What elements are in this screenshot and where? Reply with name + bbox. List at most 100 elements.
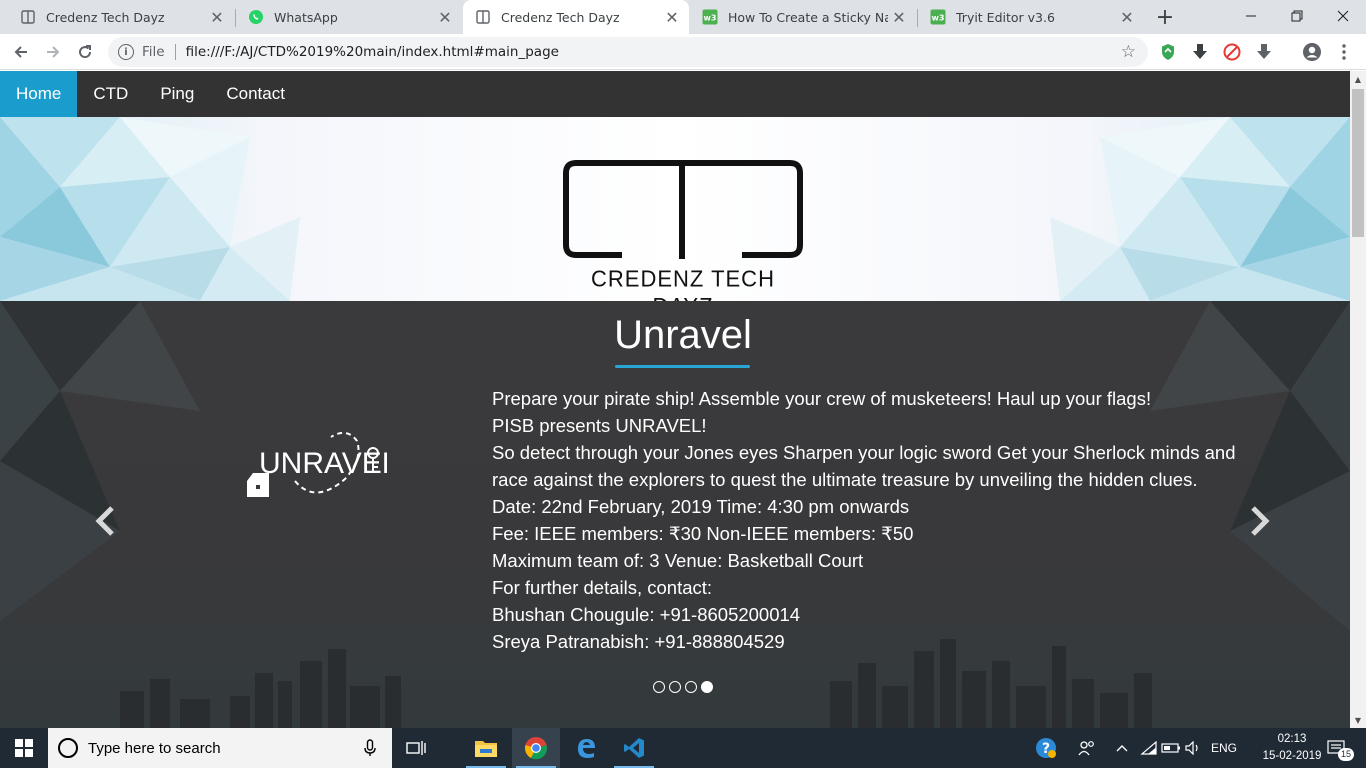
people-icon[interactable] [1074, 728, 1100, 768]
ctd-logo-mark [563, 160, 803, 259]
download-arrow-icon[interactable] [1254, 42, 1274, 62]
scheme-label: File [142, 44, 165, 60]
close-tab-icon[interactable]: ✕ [434, 6, 456, 28]
ctd-logo[interactable]: CREDENZ TECH DAYZ [560, 157, 806, 301]
scroll-down-arrow-icon[interactable]: ▼ [1350, 712, 1366, 728]
event-line: Date: 22nd February, 2019 Time: 4:30 pm … [492, 496, 910, 517]
carousel-indicator[interactable] [653, 681, 665, 693]
address-bar[interactable]: i File file:///F:/AJ/CTD%2019%20main/ind… [108, 37, 1148, 67]
unravel-logo: UNRAVEL [245, 429, 398, 505]
event-description: Prepare your pirate ship! Assemble your … [492, 385, 1262, 655]
event-line: Maximum team of: 3 Venue: Basketball Cou… [492, 550, 864, 571]
reload-button[interactable] [72, 40, 98, 64]
notification-count-badge: 15 [1338, 748, 1355, 761]
event-line: Fee: IEEE members: ₹30 Non-IEEE members:… [492, 523, 914, 544]
new-tab-button[interactable]: + [1152, 4, 1178, 30]
browser-tab[interactable]: w3 Tryit Editor v3.6 ✕ [918, 0, 1144, 34]
close-tab-icon[interactable]: ✕ [661, 6, 683, 28]
nav-ping[interactable]: Ping [144, 71, 210, 117]
chevron-right-icon [1251, 506, 1270, 536]
download-icon[interactable] [1190, 42, 1210, 62]
svg-text:w3: w3 [932, 14, 945, 23]
carousel-indicator-active[interactable] [701, 681, 713, 693]
site-navbar: Home CTD Ping Contact [0, 71, 1350, 117]
clock-date: 15-02-2019 [1262, 750, 1322, 762]
wifi-icon[interactable] [1138, 728, 1160, 768]
close-tab-icon[interactable]: ✕ [1116, 6, 1138, 28]
start-button[interactable] [0, 728, 48, 768]
forward-button[interactable] [40, 40, 66, 64]
carousel-indicator[interactable] [669, 681, 681, 693]
title-underline [615, 365, 750, 368]
close-window-button[interactable] [1320, 0, 1366, 32]
event-title: Unravel [614, 313, 752, 357]
carousel-next-button[interactable] [1245, 503, 1275, 539]
event-line: Prepare your pirate ship! Assemble your … [492, 388, 1152, 409]
page-scrollbar[interactable]: ▲ ▼ [1350, 71, 1366, 728]
header-banner: CREDENZ TECH DAYZ [0, 117, 1350, 301]
search-placeholder: Type here to search [88, 739, 221, 757]
svg-text:w3: w3 [704, 14, 717, 23]
chrome-icon[interactable] [512, 728, 560, 768]
page-icon [475, 9, 491, 25]
close-tab-icon[interactable]: ✕ [206, 6, 228, 28]
taskbar-search[interactable]: Type here to search [48, 728, 392, 768]
browser-tab-active[interactable]: Credenz Tech Dayz ✕ [463, 0, 689, 34]
system-clock[interactable]: 02:13 15-02-2019 [1262, 731, 1322, 765]
w3schools-icon: w3 [930, 9, 946, 25]
profile-avatar-icon[interactable] [1302, 42, 1322, 62]
cortana-icon [58, 738, 78, 758]
event-line: Bhushan Chougule: +91-8605200014 [492, 604, 801, 625]
language-indicator[interactable]: ENG [1206, 728, 1242, 768]
task-view-icon[interactable] [392, 728, 440, 768]
file-explorer-icon[interactable] [462, 728, 510, 768]
tab-title: How To Create a Sticky Navbar [728, 9, 888, 25]
volume-icon[interactable] [1182, 728, 1204, 768]
scroll-thumb[interactable] [1352, 89, 1364, 237]
close-tab-icon[interactable]: ✕ [888, 6, 910, 28]
windows-taskbar: Type here to search ? ENG 02:13 15-02-20… [0, 728, 1366, 768]
browser-tab[interactable]: WhatsApp ✕ [236, 0, 462, 34]
tab-title: WhatsApp [274, 9, 338, 25]
browser-tab[interactable]: Credenz Tech Dayz ✕ [8, 0, 234, 34]
w3schools-icon: w3 [702, 9, 718, 25]
menu-kebab-icon[interactable] [1334, 42, 1354, 62]
bookmark-star-icon[interactable]: ☆ [1121, 42, 1136, 62]
help-tray-icon[interactable]: ? [1032, 728, 1060, 768]
browser-toolbar: i File file:///F:/AJ/CTD%2019%20main/ind… [0, 34, 1366, 70]
edge-icon[interactable] [562, 728, 610, 768]
event-line: Sreya Patranabish: +91-888804529 [492, 631, 785, 652]
whatsapp-icon [248, 9, 264, 25]
event-carousel: Unravel UNRAVEL Prepare your pirate ship… [0, 301, 1350, 728]
battery-icon[interactable] [1160, 728, 1182, 768]
event-line: So detect through your Jones eyes Sharpe… [492, 442, 1236, 490]
back-button[interactable] [8, 40, 34, 64]
event-line: For further details, contact: [492, 577, 713, 598]
extension-shield-icon[interactable] [1158, 42, 1178, 62]
windows-logo-icon [15, 739, 33, 757]
info-icon[interactable]: i [118, 44, 134, 60]
address-separator [174, 44, 176, 60]
minimize-button[interactable] [1228, 0, 1274, 32]
nav-contact[interactable]: Contact [210, 71, 301, 117]
tab-title: Credenz Tech Dayz [46, 9, 165, 25]
scroll-up-arrow-icon[interactable]: ▲ [1350, 71, 1366, 87]
microphone-icon[interactable] [364, 739, 376, 757]
nav-home[interactable]: Home [0, 71, 78, 117]
show-hidden-icons-chevron-icon[interactable] [1112, 728, 1132, 768]
clock-time: 02:13 [1277, 733, 1307, 745]
url-text[interactable]: file:///F:/AJ/CTD%2019%20main/index.html… [186, 44, 559, 60]
tab-title: Credenz Tech Dayz [501, 9, 620, 25]
action-center-button[interactable]: 15 [1320, 728, 1355, 768]
chevron-left-icon [95, 506, 114, 536]
vscode-icon[interactable] [610, 728, 658, 768]
browser-tab[interactable]: w3 How To Create a Sticky Navbar ✕ [690, 0, 916, 34]
extension-blocker-icon[interactable] [1222, 42, 1242, 62]
carousel-indicator[interactable] [685, 681, 697, 693]
restore-button[interactable] [1274, 0, 1320, 32]
ctd-tagline: CREDENZ TECH DAYZ [591, 265, 775, 301]
nav-ctd[interactable]: CTD [77, 71, 144, 117]
carousel-prev-button[interactable] [90, 503, 120, 539]
event-line: PISB presents UNRAVEL! [492, 415, 707, 436]
tab-title: Tryit Editor v3.6 [956, 9, 1055, 25]
